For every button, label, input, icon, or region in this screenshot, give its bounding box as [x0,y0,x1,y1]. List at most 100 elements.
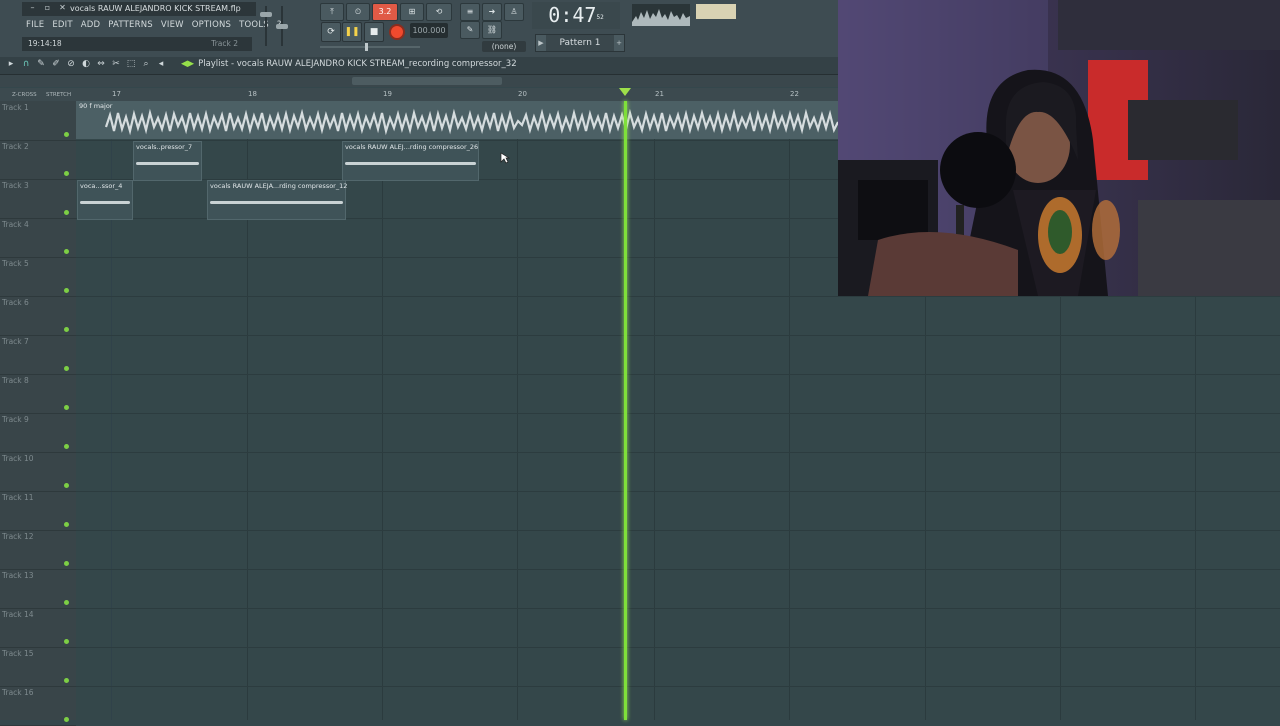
master-volume-slider[interactable] [260,6,272,46]
slice-icon[interactable]: ✂ [111,59,121,69]
loop-button[interactable]: ⟳ [321,22,341,42]
pattern-selector[interactable]: ▶ Pattern 1 + [535,34,625,52]
restore-icon[interactable]: ▫ [43,3,52,12]
track-header[interactable]: Track 4 [0,218,76,258]
track-header[interactable]: Track 3 [0,179,76,219]
window-buttons: – ▫ ✕ [28,3,67,12]
pause-button[interactable]: ❚❚ [342,22,362,42]
file-title: vocals RAUW ALEJANDRO KICK STREAM.flp [70,4,241,13]
track-header[interactable]: Track 11 [0,491,76,531]
arrow-icon[interactable]: ▸ [6,59,16,69]
audio-clip[interactable]: vocals..pressor_7 [133,141,202,181]
audio-clip[interactable]: voca...ssor_4 [77,180,133,220]
menu-file[interactable]: FILE [26,18,44,32]
zoom-icon[interactable]: ⌕ [141,59,151,69]
hint-bar: 19:14:18 Track 2 [22,37,252,51]
track-header[interactable]: Track 1 [0,101,76,141]
main-toolbar: vocals RAUW ALEJANDRO KICK STREAM.flp – … [0,0,838,58]
track-header[interactable]: Track 2 [0,140,76,180]
pattern-prev-icon[interactable]: ▶ [536,35,546,51]
menu-view[interactable]: VIEW [161,18,184,32]
audio-clip[interactable]: vocals RAUW ALEJA...rding compressor_12 [207,180,347,220]
delete-icon[interactable]: ⊘ [66,59,76,69]
minimize-icon[interactable]: – [28,3,37,12]
track-led[interactable] [64,366,69,371]
track-led[interactable] [64,639,69,644]
track-led[interactable] [64,171,69,176]
loop-record-button[interactable]: ⟲ [426,3,452,21]
track-name: Track 14 [2,610,34,619]
master-pitch-slider[interactable] [276,6,288,46]
mute-icon[interactable]: ◐ [81,59,91,69]
bar-20: 20 [518,90,527,98]
track-header[interactable]: Track 16 [0,686,76,726]
snap-selector[interactable]: (none) [482,41,526,52]
track-header[interactable]: Track 13 [0,569,76,609]
select-icon[interactable]: ⬚ [126,59,136,69]
track-led[interactable] [64,561,69,566]
track-header[interactable]: Track 12 [0,530,76,570]
close-icon[interactable]: ✕ [58,3,67,12]
audio-clip[interactable]: vocals RAUW ALEJ...rding compressor_26 [342,141,479,181]
stop-button[interactable]: ■ [364,22,384,42]
link-icon[interactable]: ⛓ [482,21,502,39]
magnet-icon[interactable]: ∩ [21,59,31,69]
track-led[interactable] [64,483,69,488]
track-led[interactable] [64,600,69,605]
audio-track-clip[interactable]: 90 f major [76,101,838,139]
pencil-icon[interactable]: ✎ [36,59,46,69]
track-led[interactable] [64,405,69,410]
time-display: 0:4752 [532,2,620,29]
track-led[interactable] [64,210,69,215]
playhead-marker[interactable] [619,88,631,96]
menu-add[interactable]: ADD [81,18,101,32]
clip-label: vocals RAUW ALEJ...rding compressor_26 [345,143,479,151]
pitch-slider[interactable] [320,43,420,51]
track-header[interactable]: Track 15 [0,647,76,687]
timeline-ruler[interactable]: 17 18 19 20 21 22 [76,88,838,101]
track-name: Track 10 [2,454,34,463]
stretch-label[interactable]: STRETCH [46,92,71,98]
track-header[interactable]: Track 9 [0,413,76,453]
wait-button[interactable]: ⏲ [346,3,370,21]
track-led[interactable] [64,288,69,293]
track-led[interactable] [64,678,69,683]
track-header[interactable]: Track 5 [0,257,76,297]
track-led[interactable] [64,249,69,254]
piano-icon[interactable]: ≡ [460,3,480,21]
arrow-right-icon[interactable]: ➜ [482,3,502,21]
track-led[interactable] [64,444,69,449]
zcross-label[interactable]: Z-CROSS [12,92,37,98]
slip-icon[interactable]: ⇔ [96,59,106,69]
track-led[interactable] [64,132,69,137]
mixer-icon[interactable]: ♙ [504,3,524,21]
menu-options[interactable]: OPTIONS [192,18,231,32]
playlist-title-text: Playlist - vocals RAUW ALEJANDRO KICK ST… [198,59,517,69]
play-icon[interactable]: ◀▶ [181,59,194,69]
metronome-button[interactable]: ⤒ [320,3,344,21]
track-name: Track 15 [2,649,34,658]
playback-icon[interactable]: ◂ [156,59,166,69]
brush-icon[interactable]: ✎ [460,21,480,39]
track-led[interactable] [64,327,69,332]
menu-patterns[interactable]: PATTERNS [108,18,153,32]
track-header[interactable]: Track 10 [0,452,76,492]
bar-21: 21 [655,90,664,98]
track-header[interactable]: Track 14 [0,608,76,648]
track-header[interactable]: Track 6 [0,296,76,336]
track-header[interactable]: Track 8 [0,374,76,414]
hint-time: 19:14:18 [28,39,62,48]
pattern-add-icon[interactable]: + [614,35,624,51]
playhead[interactable] [624,101,627,720]
paint-icon[interactable]: ✐ [51,59,61,69]
menu-edit[interactable]: EDIT [52,18,72,32]
track-header[interactable]: Track 7 [0,335,76,375]
cursor-icon [500,152,510,164]
track-name: Track 11 [2,493,34,502]
tempo-display[interactable]: 100.000 [410,23,448,38]
mode-button[interactable]: 3.2 [372,3,398,21]
track-led[interactable] [64,522,69,527]
record-button[interactable] [389,24,405,40]
horizontal-scrollbar[interactable] [352,77,502,85]
blend-button[interactable]: ⊞ [400,3,424,21]
